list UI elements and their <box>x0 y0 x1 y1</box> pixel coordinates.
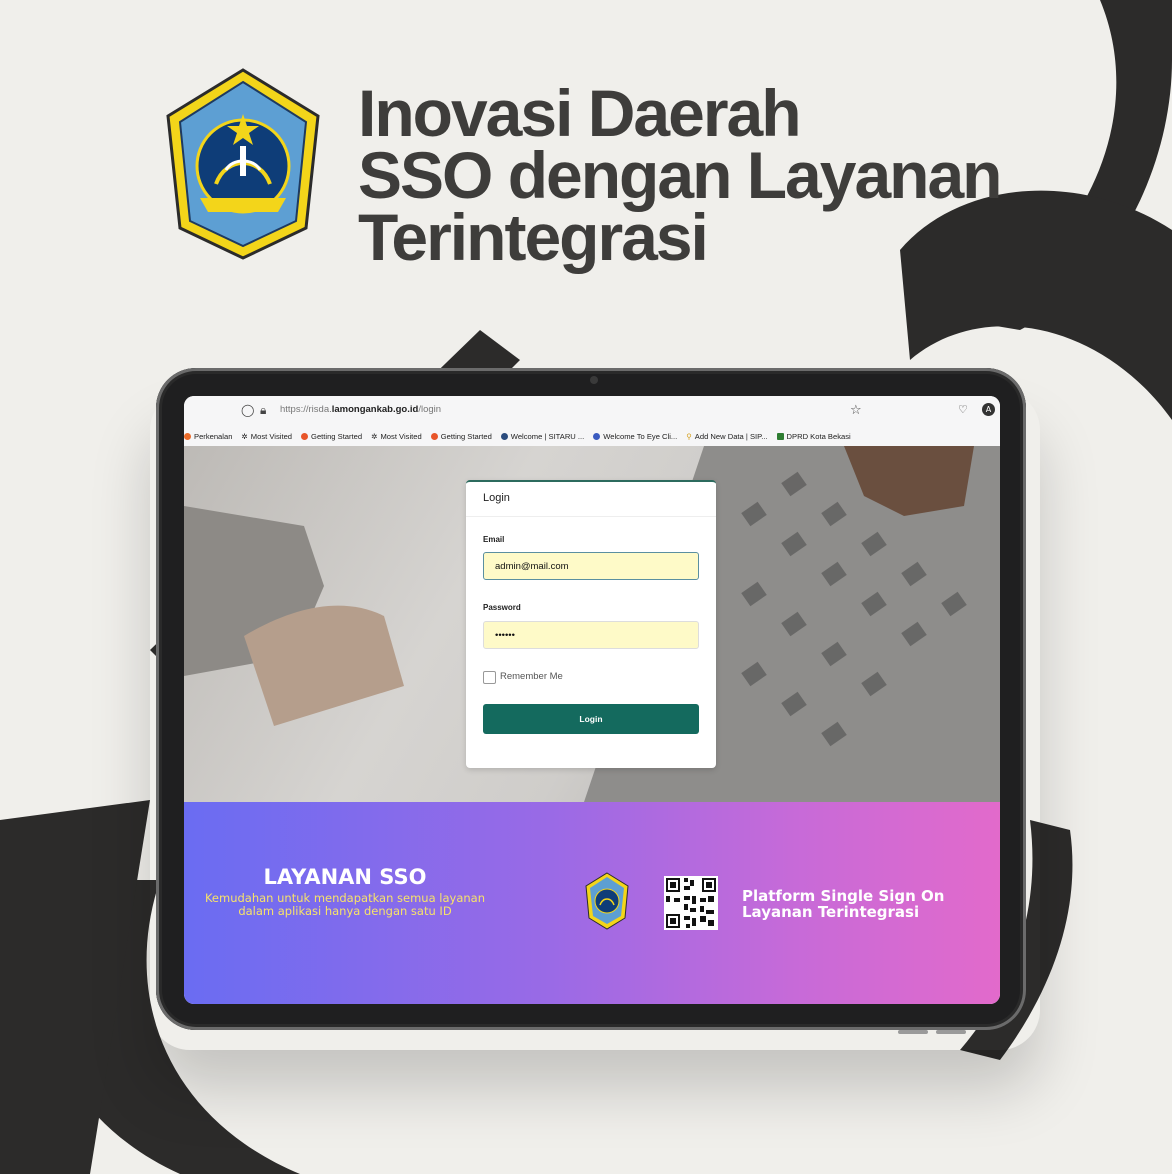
lock-icon[interactable]: 🔒︎ <box>260 403 266 418</box>
bookmark-star-icon[interactable]: ☆ <box>850 403 862 418</box>
url-domain: lamongankab.go.id <box>331 404 419 415</box>
bookmark-item[interactable]: Welcome | SITARU ... <box>500 431 585 441</box>
banner-platform-line-2: Layanan Terintegrasi <box>742 903 920 921</box>
banner-subtitle-line-2: dalam aplikasi hanya dengan satu ID <box>238 904 452 918</box>
login-card: Login Email Password Remember Me Login <box>466 480 716 768</box>
bookmark-label: Welcome To Eye Cli... <box>603 431 678 441</box>
shield-icon[interactable]: ◯ <box>241 403 254 417</box>
bookmark-label: DPRD Kota Bekasi <box>786 431 851 441</box>
bookmark-item[interactable]: ✲ Most Visited <box>371 432 422 441</box>
bookmark-item[interactable]: Perkenalan <box>184 432 232 441</box>
bookmark-label: Most Visited <box>250 431 293 441</box>
bookmark-item[interactable]: ⚲ Add New Data | SIP... <box>686 432 767 441</box>
bookmark-label: Add New Data | SIP... <box>694 431 768 441</box>
page-headline: Inovasi Daerah SSO dengan Layanan Terint… <box>358 76 1002 274</box>
url-path: /login <box>418 404 442 415</box>
headline-line-1: Inovasi Daerah <box>358 76 802 150</box>
pocket-icon[interactable]: ♡ <box>958 403 968 416</box>
bookmarks-bar: Perkenalan ✲ Most Visited Getting Started… <box>184 426 1000 447</box>
bookmark-label: Most Visited <box>380 431 422 441</box>
bookmark-item[interactable]: Getting Started <box>301 432 362 441</box>
remember-me-checkbox[interactable] <box>483 671 496 684</box>
lamongan-emblem-small-icon <box>585 872 629 930</box>
email-label: Email <box>483 535 505 544</box>
login-button[interactable]: Login <box>483 704 699 734</box>
figure-icon: ⚲ <box>686 431 692 441</box>
camera-dot <box>590 376 598 384</box>
browser-url-bar: ◯ 🔒︎ https://risda.lamongankab.go.id/log… <box>184 396 1000 426</box>
url-address[interactable]: https://risda.lamongankab.go.id/login <box>280 404 441 415</box>
bookmark-label: Welcome | SITARU ... <box>510 431 585 441</box>
headline-line-2: SSO dengan Layanan <box>358 138 1002 212</box>
bookmark-item[interactable]: Welcome To Eye Cli... <box>593 432 677 441</box>
sso-banner: LAYANAN SSO Kemudahan untuk mendapatkan … <box>184 802 1000 1004</box>
bookmark-item[interactable]: Getting Started <box>430 431 492 441</box>
bookmark-label: Getting Started <box>440 431 492 441</box>
bookmark-item[interactable]: ✲ Most Visited <box>241 432 292 441</box>
login-hero-background: Login Email Password Remember Me Login <box>184 446 1000 802</box>
account-avatar[interactable]: A <box>982 403 995 416</box>
url-prefix: https://risda. <box>280 404 332 415</box>
remember-me-label[interactable]: Remember Me <box>500 671 563 682</box>
divider <box>466 516 716 517</box>
banner-subtitle: Kemudahan untuk mendapatkan semua layana… <box>184 892 506 918</box>
banner-title: LAYANAN SSO <box>263 865 427 889</box>
bookmark-label: Getting Started <box>311 431 363 441</box>
banner-platform-text: Platform Single Sign On Layanan Terinteg… <box>742 888 944 920</box>
headline-line-3: Terintegrasi <box>358 200 709 274</box>
gear-icon: ✲ <box>241 431 248 441</box>
tablet-button <box>936 1030 966 1034</box>
gear-icon: ✲ <box>371 431 378 441</box>
password-field[interactable] <box>483 621 699 649</box>
banner-platform-line-1: Platform Single Sign On <box>742 887 945 905</box>
tablet-screen: ◯ 🔒︎ https://risda.lamongankab.go.id/log… <box>184 396 1000 1004</box>
qr-code <box>664 876 718 930</box>
bookmark-label: Perkenalan <box>194 431 233 441</box>
tablet-button <box>898 1030 928 1034</box>
password-label: Password <box>483 603 521 612</box>
email-field[interactable] <box>483 552 699 580</box>
lamongan-emblem-icon <box>166 68 320 260</box>
bookmark-item[interactable]: DPRD Kota Bekasi <box>776 431 851 441</box>
login-card-title: Login <box>483 492 510 504</box>
